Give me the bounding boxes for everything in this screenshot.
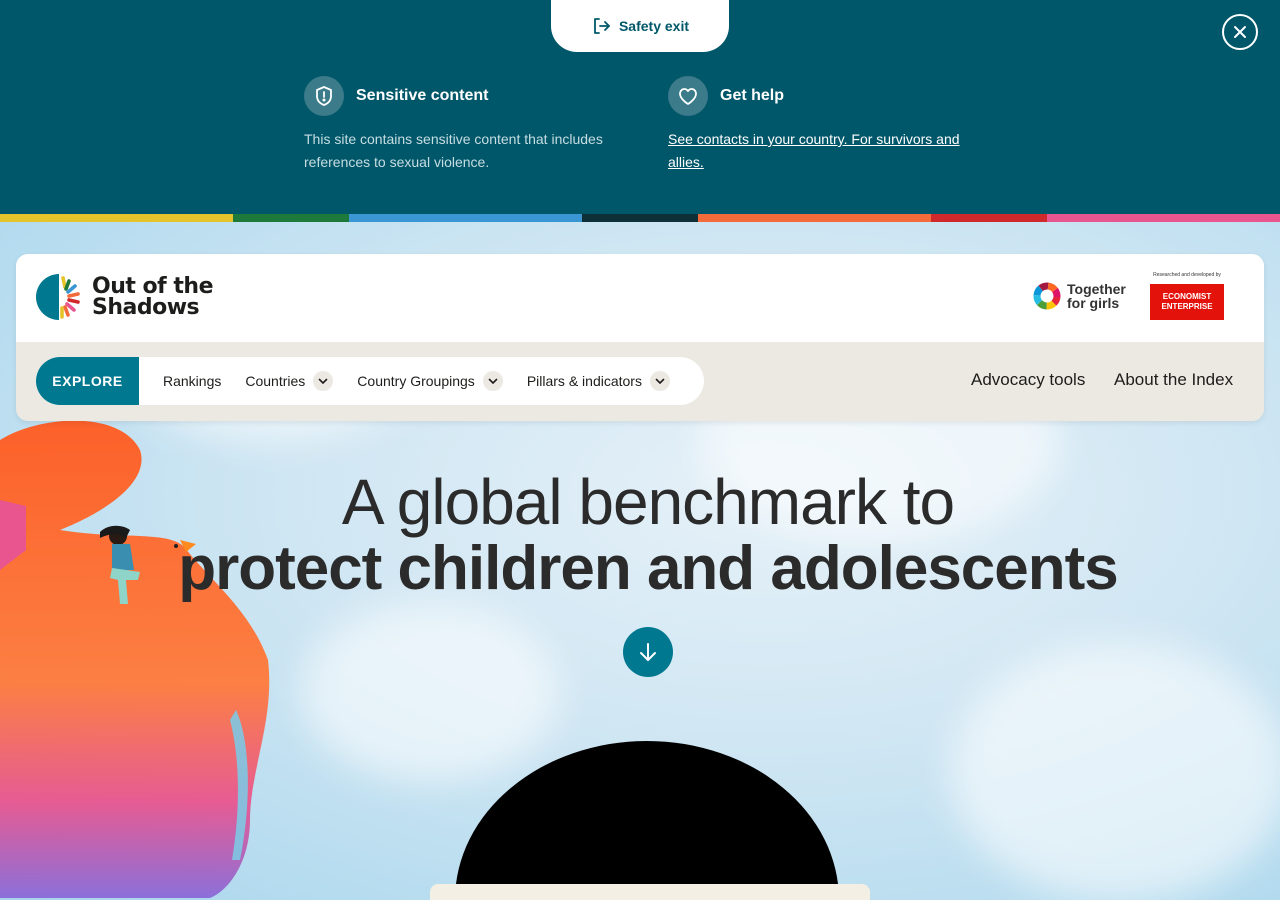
arrow-down-icon <box>640 643 656 661</box>
nav-item-pillars-indicators[interactable]: Pillars & indicators <box>527 371 670 391</box>
sensitive-content-section: Sensitive content This site contains sen… <box>304 76 624 174</box>
explore-nav: EXPLORE Rankings Countries Country Group… <box>36 357 704 405</box>
strip-segment <box>698 214 931 222</box>
nav-item-country-groupings[interactable]: Country Groupings <box>357 371 503 391</box>
get-help-link[interactable]: See contacts in your country. For surviv… <box>668 128 978 174</box>
sensitive-content-text: This site contains sensitive content tha… <box>304 131 603 170</box>
ee-line-1: ECONOMIST <box>1162 292 1212 301</box>
strip-segment <box>349 214 582 222</box>
chevron-down-icon <box>313 371 334 391</box>
logo-line-1: Out of the <box>92 274 213 299</box>
economist-enterprise-logo[interactable]: Researched and developed by ECONOMIST EN… <box>1150 272 1224 320</box>
nav-advocacy-tools[interactable]: Advocacy tools <box>971 370 1085 390</box>
close-icon <box>1234 26 1246 38</box>
nav-bar: EXPLORE Rankings Countries Country Group… <box>16 342 1264 421</box>
strip-segment <box>582 214 698 222</box>
strip-segment <box>233 214 349 222</box>
exit-icon <box>594 18 610 34</box>
logo-line-2: Shadows <box>92 295 200 320</box>
nav-about-index[interactable]: About the Index <box>1114 370 1233 390</box>
get-help-section: Get help See contacts in your country. F… <box>668 76 978 174</box>
safety-exit-button[interactable]: Safety exit <box>551 0 729 52</box>
hero-line-2: protect children and adolescents <box>178 534 1119 603</box>
together-for-girls-logo[interactable]: Together for girls <box>1033 282 1126 310</box>
strip-segment <box>1047 214 1280 222</box>
shield-icon <box>304 76 344 116</box>
logo-wordmark: Out of the Shadows <box>92 274 213 320</box>
color-strip <box>0 214 1280 222</box>
chevron-down-icon <box>482 371 503 391</box>
ee-caption: Researched and developed by <box>1153 272 1221 278</box>
hero-line-1: A global benchmark to <box>341 466 955 538</box>
safety-banner: Safety exit Sensitive content This site … <box>0 0 1280 214</box>
get-help-title: Get help <box>720 87 785 104</box>
safety-exit-label: Safety exit <box>618 18 690 34</box>
paper-ground-edge <box>430 884 870 900</box>
tfg-line-1: Together <box>1067 281 1126 297</box>
site-header: Out of the Shadows Together for girls Re… <box>16 254 1264 421</box>
nav-item-label: Pillars & indicators <box>526 373 642 389</box>
scroll-down-button[interactable] <box>623 627 673 677</box>
explore-button[interactable]: EXPLORE <box>36 357 139 405</box>
cloud <box>950 642 1280 900</box>
nav-item-countries[interactable]: Countries <box>245 371 334 391</box>
site-logo[interactable]: Out of the Shadows <box>36 274 213 320</box>
nav-item-rankings[interactable]: Rankings <box>163 373 221 389</box>
logo-mark <box>36 274 80 320</box>
tfg-line-2: for girls <box>1067 295 1120 311</box>
strip-segment <box>931 214 1047 222</box>
sdg-wheel-icon <box>1033 282 1061 310</box>
chevron-down-icon <box>649 371 670 391</box>
hero-headline: A global benchmark to protect children a… <box>0 468 1280 602</box>
close-banner-button[interactable] <box>1222 14 1258 50</box>
sensitive-content-title: Sensitive content <box>356 87 489 104</box>
nav-item-label: Country Groupings <box>357 373 475 389</box>
nav-item-label: Rankings <box>163 373 222 389</box>
strip-segment <box>0 214 233 222</box>
nav-item-label: Countries <box>245 373 306 389</box>
dark-semicircle-illustration <box>455 741 839 900</box>
ee-line-2: ENTERPRISE <box>1161 302 1213 311</box>
heart-icon <box>668 76 708 116</box>
